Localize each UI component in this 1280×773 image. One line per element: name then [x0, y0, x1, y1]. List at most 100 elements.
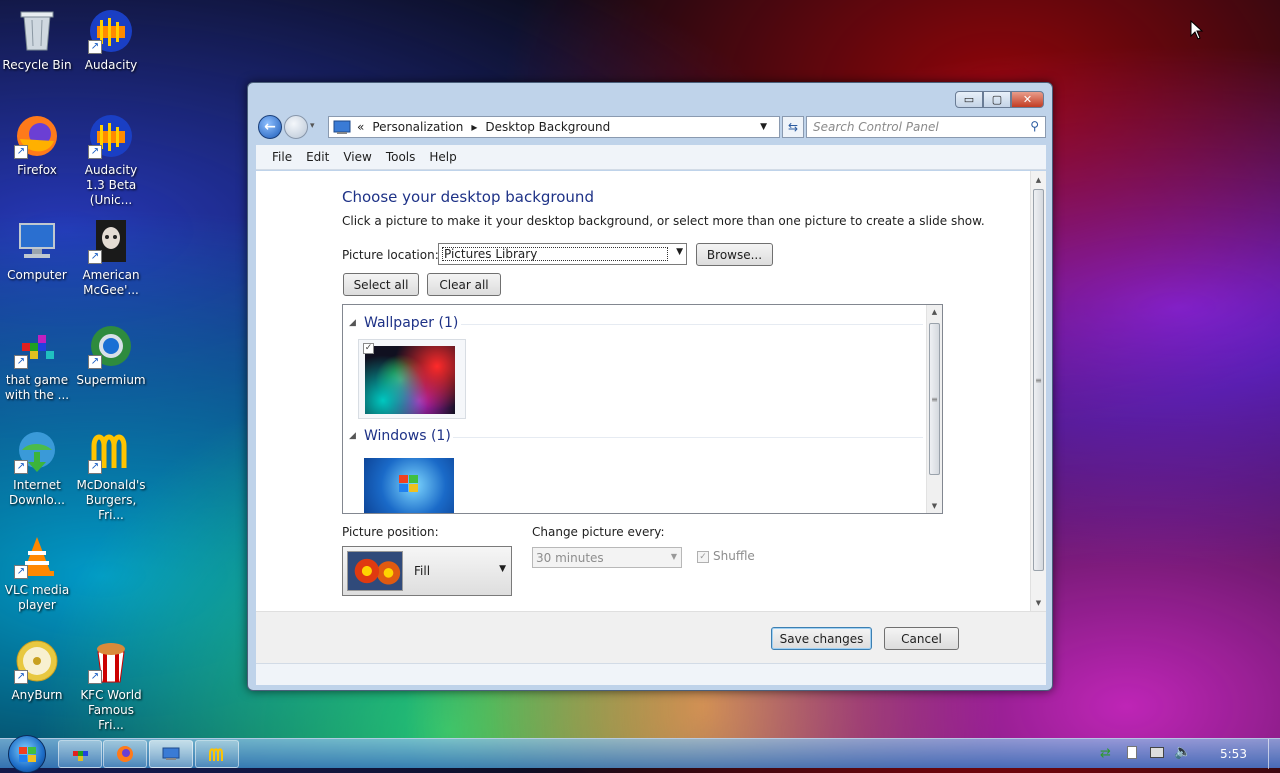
- desktop-icon-computer[interactable]: Computer: [0, 218, 74, 283]
- scroll-down-icon[interactable]: ▼: [927, 502, 942, 510]
- menu-help[interactable]: Help: [429, 150, 456, 164]
- tray-volume-icon[interactable]: 🔈: [1174, 744, 1191, 760]
- desktop-icon-vlc[interactable]: ↗ VLC media player: [0, 533, 74, 613]
- scroll-down-icon[interactable]: ▼: [1031, 599, 1046, 607]
- internet-download-icon: ↗: [14, 428, 60, 474]
- picture-location-select[interactable]: Pictures Library ▼: [438, 243, 687, 265]
- picture-position-label: Picture position:: [342, 525, 439, 539]
- audacity-icon: ↗: [88, 8, 134, 54]
- control-panel-icon: [162, 747, 180, 760]
- audacity-icon: ↗: [88, 113, 134, 159]
- group-collapse-icon[interactable]: ◢: [349, 318, 356, 328]
- desktop-icon-label: Supermium: [76, 373, 146, 387]
- scrollbar-thumb[interactable]: ≡: [1033, 189, 1044, 571]
- group-header-windows[interactable]: Windows (1): [364, 428, 451, 444]
- desktop-icon-label: Computer: [7, 268, 67, 282]
- taskbar-clock[interactable]: 5:53: [1220, 747, 1247, 761]
- clear-all-button[interactable]: Clear all: [427, 273, 501, 296]
- desktop-icon-label: McDonald's Burgers, Fri...: [76, 478, 146, 522]
- shuffle-checkbox[interactable]: ✓: [697, 551, 709, 563]
- wallpaper-thumbnail[interactable]: ✓: [358, 339, 466, 419]
- desktop-icon-label: Internet Downlo...: [9, 478, 65, 507]
- search-placeholder: Search Control Panel: [813, 120, 939, 134]
- content-scrollbar[interactable]: ▲ ≡ ▼: [1030, 171, 1046, 611]
- breadcrumb-personalization[interactable]: Personalization: [372, 120, 463, 134]
- group-divider: [461, 324, 923, 325]
- save-changes-button[interactable]: Save changes: [771, 627, 872, 650]
- page-description: Click a picture to make it your desktop …: [342, 214, 985, 228]
- desktop-icon-supermium[interactable]: ↗ Supermium: [74, 323, 148, 388]
- breadcrumb-overflow-icon[interactable]: «: [357, 120, 364, 134]
- search-input[interactable]: Search Control Panel ⚲: [806, 116, 1046, 138]
- cancel-button[interactable]: Cancel: [884, 627, 959, 650]
- taskbar-control-panel-button[interactable]: [149, 740, 193, 768]
- desktop-icon-label: Recycle Bin: [2, 58, 72, 72]
- desktop-icon-firefox[interactable]: ↗ Firefox: [0, 113, 74, 178]
- back-button[interactable]: ←: [258, 115, 282, 139]
- desktop-icon-audacity-beta[interactable]: ↗ Audacity 1.3 Beta (Unic...: [74, 113, 148, 208]
- close-button[interactable]: ✕: [1011, 91, 1044, 108]
- picture-list-scrollbar[interactable]: ▲ ≡ ▼: [926, 305, 942, 513]
- wallpaper-checkbox[interactable]: ✓: [363, 343, 374, 354]
- picture-position-select[interactable]: Fill ▼: [342, 546, 512, 596]
- group-header-wallpaper[interactable]: Wallpaper (1): [364, 315, 458, 331]
- picture-position-value: Fill: [414, 564, 431, 578]
- tray-display-icon[interactable]: [1150, 747, 1164, 758]
- shortcut-arrow-icon: ↗: [14, 670, 28, 684]
- chevron-down-icon: ▼: [676, 247, 683, 257]
- windows-logo-icon: [19, 747, 36, 762]
- windows-thumbnail[interactable]: [364, 458, 454, 513]
- change-picture-value: 30 minutes: [536, 551, 604, 565]
- computer-icon: [14, 218, 60, 264]
- desktop-icon-kfc[interactable]: ↗ KFC World Famous Fri...: [74, 638, 148, 733]
- select-all-button[interactable]: Select all: [343, 273, 419, 296]
- desktop-icon-that-game[interactable]: ↗ that game with the ...: [0, 323, 74, 403]
- change-picture-label: Change picture every:: [532, 525, 665, 539]
- desktop-icon-mcdonalds[interactable]: ↗ McDonald's Burgers, Fri...: [74, 428, 148, 523]
- desktop-icon-recycle-bin[interactable]: Recycle Bin: [0, 8, 74, 73]
- game-character-icon: ↗: [88, 218, 134, 264]
- address-bar[interactable]: « Personalization ▸ Desktop Background ▼: [328, 116, 780, 138]
- taskbar-firefox-button[interactable]: [103, 740, 147, 768]
- desktop-icon-american-mcgee[interactable]: ↗ American McGee'...: [74, 218, 148, 298]
- start-button[interactable]: [8, 735, 46, 773]
- menu-view[interactable]: View: [343, 150, 371, 164]
- group-collapse-icon[interactable]: ◢: [349, 431, 356, 441]
- menu-file[interactable]: File: [272, 150, 292, 164]
- tray-document-icon[interactable]: [1127, 746, 1137, 759]
- windows-logo-icon: [399, 475, 418, 492]
- shortcut-arrow-icon: ↗: [88, 460, 102, 474]
- desktop-icon-anyburn[interactable]: ↗ AnyBurn: [0, 638, 74, 703]
- desktop-icon-audacity[interactable]: ↗ Audacity: [74, 8, 148, 73]
- breadcrumb-separator-icon[interactable]: ▸: [471, 120, 477, 134]
- mcdonalds-icon: ↗: [88, 428, 134, 474]
- kfc-bucket-icon: ↗: [88, 638, 134, 684]
- address-dropdown-icon[interactable]: ▼: [760, 122, 767, 132]
- taskbar-game-button[interactable]: [58, 740, 102, 768]
- desktop-icon-label: Audacity 1.3 Beta (Unic...: [84, 163, 138, 207]
- back-arrow-icon: ←: [264, 119, 276, 135]
- scroll-up-icon[interactable]: ▲: [1031, 176, 1046, 184]
- scrollbar-thumb[interactable]: ≡: [929, 323, 940, 475]
- refresh-button[interactable]: ⇆: [782, 116, 804, 138]
- browse-button[interactable]: Browse...: [696, 243, 773, 266]
- menu-tools[interactable]: Tools: [386, 150, 416, 164]
- recent-pages-chevron-icon[interactable]: ▾: [310, 121, 315, 131]
- tray-network-icon[interactable]: ⇄: [1100, 746, 1111, 761]
- desktop-icon-internet-download[interactable]: ↗ Internet Downlo...: [0, 428, 74, 508]
- dialog-footer: Save changes Cancel: [256, 611, 1046, 663]
- content-area: Choose your desktop background Click a p…: [256, 171, 1046, 611]
- menu-edit[interactable]: Edit: [306, 150, 329, 164]
- minimize-button[interactable]: ▭: [955, 91, 983, 108]
- show-desktop-button[interactable]: [1268, 739, 1280, 769]
- mcdonalds-icon: [209, 748, 223, 761]
- breadcrumb-desktop-background[interactable]: Desktop Background: [485, 120, 610, 134]
- change-picture-select[interactable]: 30 minutes ▼: [532, 547, 682, 568]
- scroll-up-icon[interactable]: ▲: [927, 308, 942, 316]
- desktop-icon-label: that game with the ...: [4, 373, 70, 402]
- maximize-button[interactable]: ▢: [983, 91, 1011, 108]
- taskbar-mcdonalds-button[interactable]: [195, 740, 239, 768]
- shortcut-arrow-icon: ↗: [88, 670, 102, 684]
- forward-button[interactable]: [284, 115, 308, 139]
- vlc-cone-icon: ↗: [14, 533, 60, 579]
